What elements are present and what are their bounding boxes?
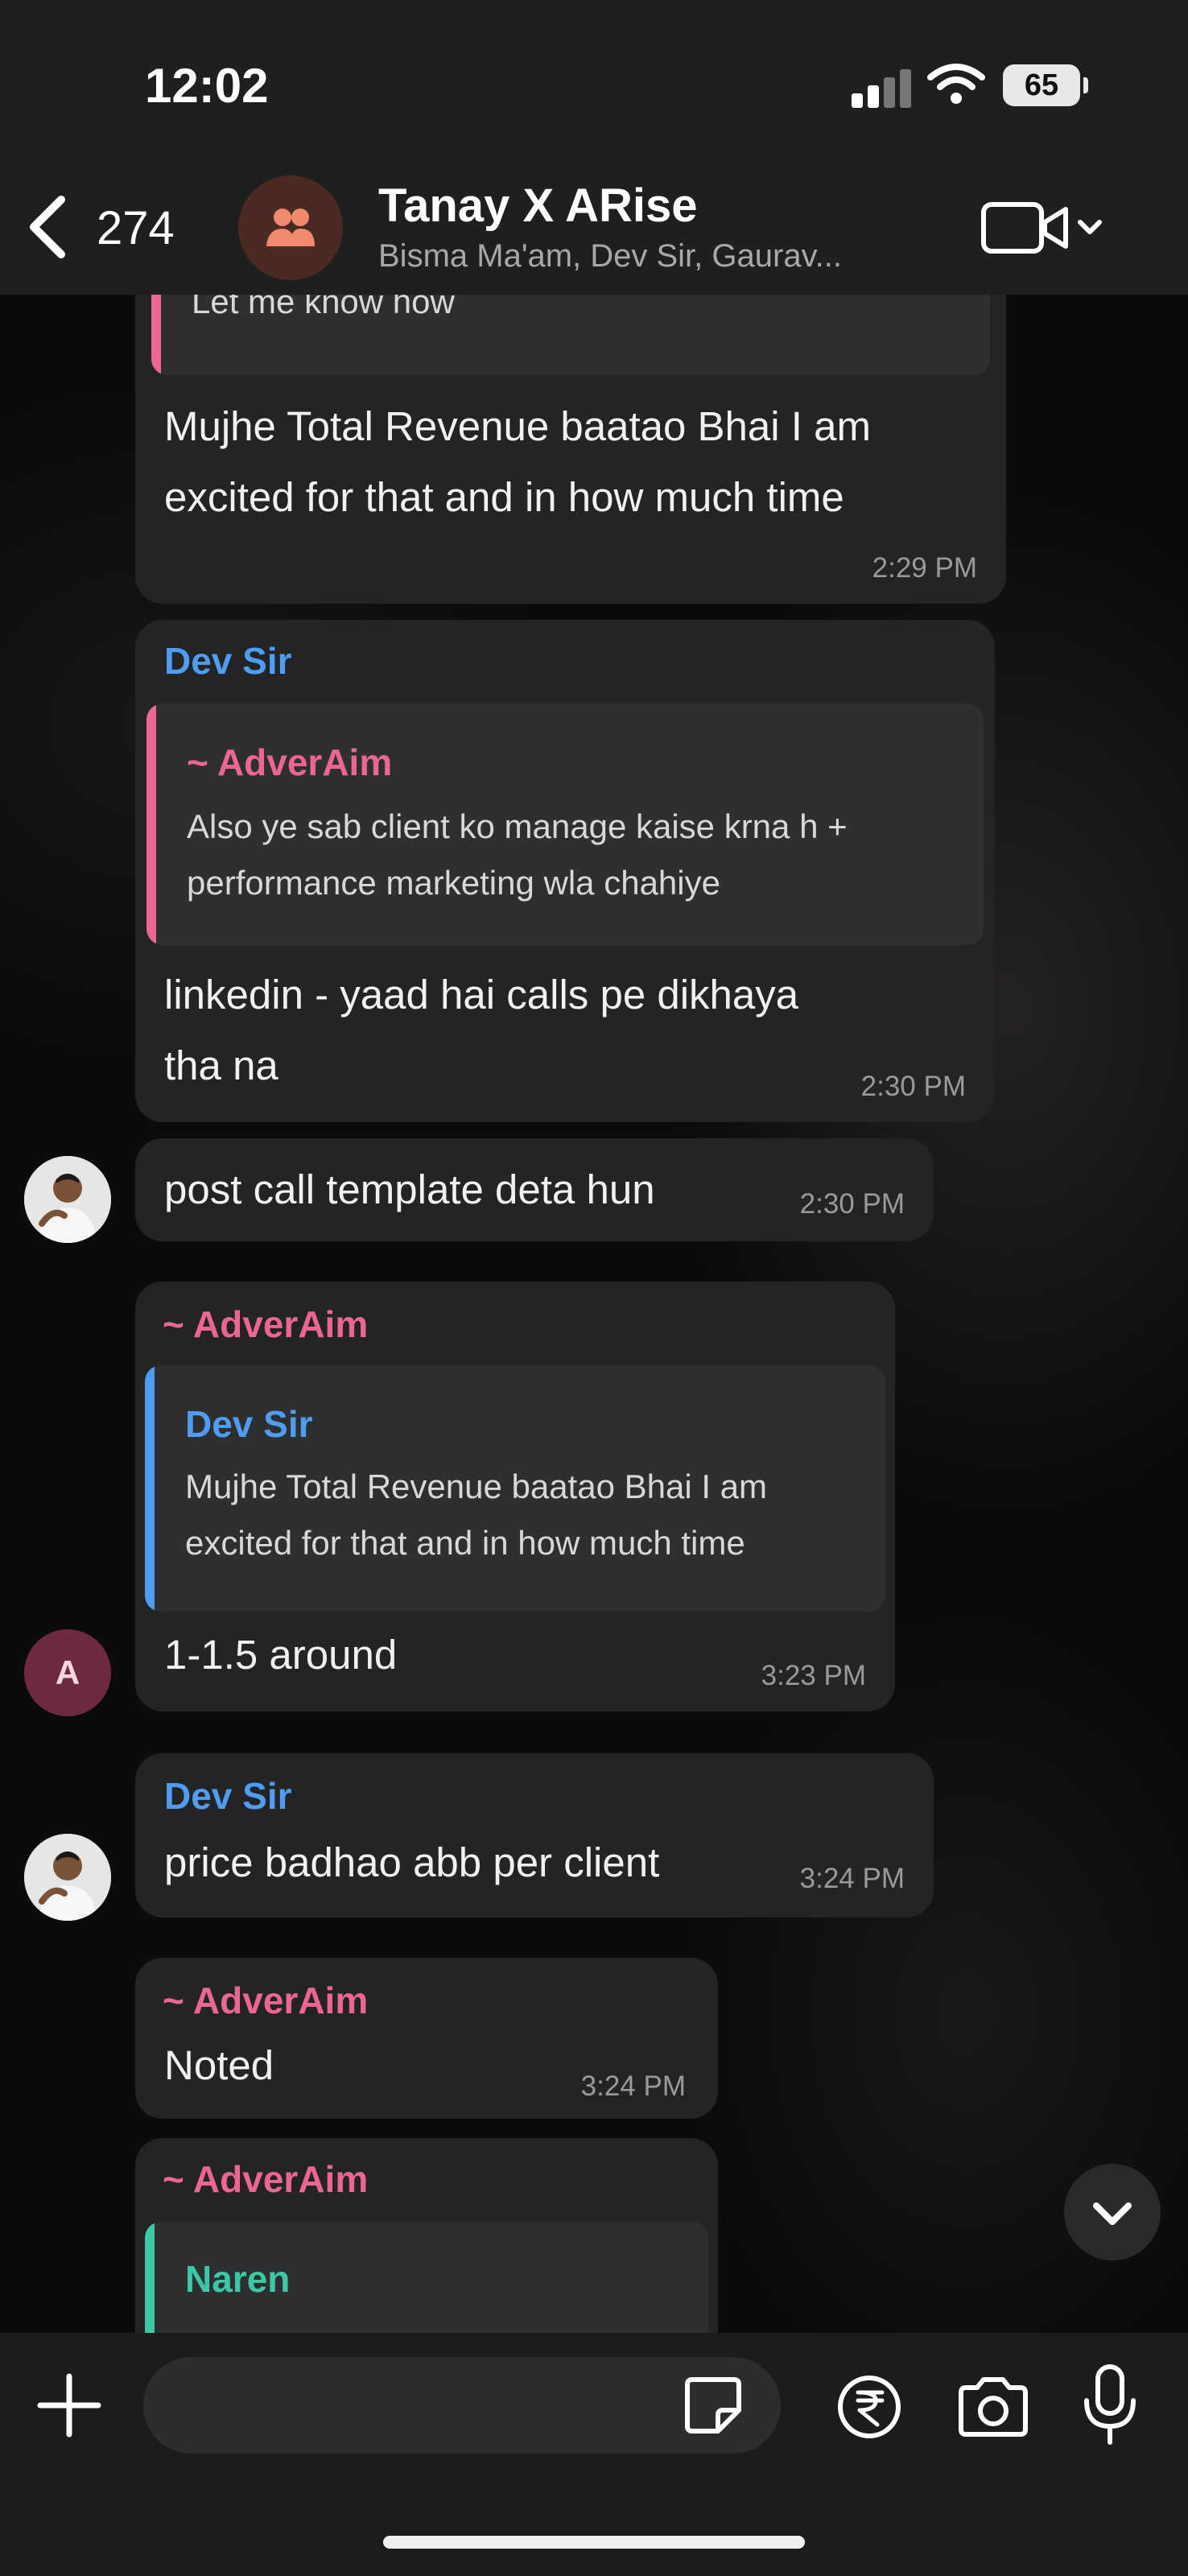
wifi-icon: [927, 64, 985, 104]
quoted-message[interactable]: Dev Sir Mujhe Total Revenue baatao Bhai …: [145, 1365, 885, 1612]
message-text: 1-1.5 around: [164, 1632, 398, 1678]
quoted-message[interactable]: ~ AdverAim Also ye sab client ko manage …: [146, 704, 984, 945]
message-bubble[interactable]: ~ AdverAim Dev Sir Mujhe Total Revenue b…: [135, 1282, 895, 1711]
sender-name[interactable]: ~ AdverAim: [163, 2157, 368, 2201]
sticker-icon[interactable]: [683, 2375, 744, 2436]
message-time: 3:23 PM: [761, 1660, 866, 1691]
message-time: 2:30 PM: [799, 1188, 905, 1220]
quote-text-line: Mujhe Total Revenue baatao Bhai I am: [185, 1468, 768, 1505]
sender-avatar[interactable]: [24, 1834, 111, 1921]
quote-sender-name: Dev Sir: [185, 1403, 313, 1445]
video-call-icon[interactable]: [980, 198, 1109, 259]
cellular-signal-icon: [852, 68, 911, 108]
message-text-line: tha na: [164, 1042, 278, 1088]
message-bubble[interactable]: Dev Sir price badhao abb per client 3:24…: [135, 1753, 934, 1918]
chat-participants[interactable]: Bisma Ma'am, Dev Sir, Gaurav...: [378, 238, 842, 275]
quote-accent-bar: [146, 704, 156, 945]
quote-text-line: excited for that and in how much time: [185, 1524, 745, 1562]
battery-indicator: 65: [1003, 64, 1080, 106]
scroll-to-bottom-button[interactable]: [1064, 2164, 1161, 2260]
chevron-down-icon: [1093, 2202, 1132, 2225]
sender-avatar[interactable]: [24, 1156, 111, 1243]
home-indicator: [383, 2536, 805, 2549]
message-bubble[interactable]: post call template deta hun 2:30 PM: [135, 1138, 934, 1241]
chat-title[interactable]: Tanay X ARise: [378, 179, 697, 233]
message-text: post call template deta hun: [164, 1166, 655, 1212]
message-text-line: excited for that and in how much time: [164, 474, 844, 520]
message-bubble[interactable]: Let me know how Mujhe Total Revenue baat…: [135, 225, 1006, 604]
message-bubble[interactable]: ~ AdverAim Noted 3:24 PM: [135, 1958, 718, 2119]
sender-name[interactable]: ~ AdverAim: [163, 1302, 368, 1346]
status-time: 12:02: [145, 59, 269, 113]
sender-name[interactable]: ~ AdverAim: [163, 1979, 368, 2022]
group-icon: [266, 208, 315, 246]
rupee-icon[interactable]: [835, 2373, 903, 2441]
message-time: 2:29 PM: [872, 552, 977, 584]
back-chevron-icon[interactable]: [24, 193, 72, 261]
sender-avatar[interactable]: A: [24, 1629, 111, 1716]
plus-icon[interactable]: [35, 2372, 103, 2439]
camera-icon[interactable]: [955, 2375, 1032, 2439]
quote-text-line: performance marketing wla chahiye: [187, 864, 720, 902]
unread-count[interactable]: 274: [97, 201, 175, 255]
message-time: 3:24 PM: [799, 1863, 905, 1894]
message-text-line: Mujhe Total Revenue baatao Bhai I am: [164, 403, 871, 449]
message-text: price badhao abb per client: [164, 1839, 660, 1885]
quote-sender-name: ~ AdverAim: [187, 741, 393, 783]
message-time: 3:24 PM: [580, 2070, 686, 2102]
microphone-icon[interactable]: [1082, 2363, 1138, 2447]
quote-sender-name: Naren: [185, 2258, 291, 2300]
message-text: Noted: [164, 2042, 274, 2088]
group-avatar[interactable]: [238, 175, 343, 280]
quote-text-line: Also ye sab client ko manage kaise krna …: [187, 807, 848, 845]
message-bubble[interactable]: Dev Sir ~ AdverAim Also ye sab client ko…: [135, 620, 995, 1122]
message-time: 2:30 PM: [860, 1071, 966, 1102]
sender-name[interactable]: Dev Sir: [164, 639, 292, 683]
sender-name[interactable]: Dev Sir: [164, 1774, 292, 1818]
battery-tip: [1083, 77, 1088, 93]
message-text-line: linkedin - yaad hai calls pe dikhaya: [164, 972, 799, 1018]
quote-accent-bar: [145, 1365, 155, 1612]
